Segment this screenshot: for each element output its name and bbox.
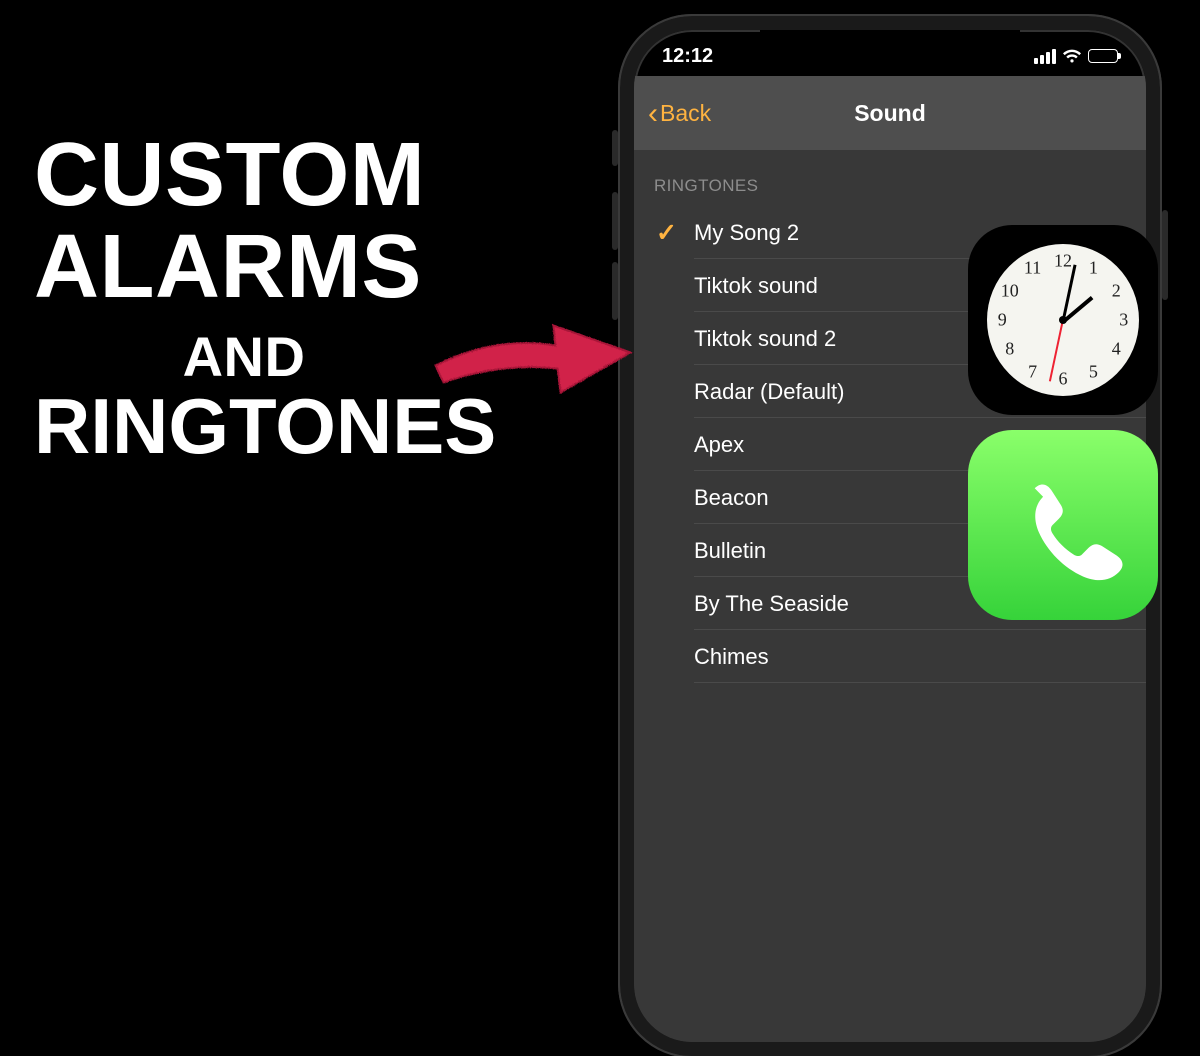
checkmark-icon: ✓ bbox=[656, 218, 677, 248]
phone-volume-up bbox=[612, 192, 618, 250]
promo-line-1: CUSTOM bbox=[34, 130, 496, 222]
phone-notch bbox=[760, 30, 1020, 62]
phone-handset-icon bbox=[1003, 465, 1123, 585]
ringtone-label: Beacon bbox=[694, 485, 769, 511]
ringtone-label: Tiktok sound bbox=[694, 273, 818, 299]
page-title: Sound bbox=[634, 100, 1146, 127]
ringtone-label: Bulletin bbox=[694, 538, 766, 564]
nav-bar: ‹ Back Sound bbox=[634, 76, 1146, 150]
phone-app-icon bbox=[968, 430, 1158, 620]
clock-app-icon: 12 1 2 3 4 5 6 7 8 9 10 11 bbox=[968, 225, 1158, 415]
ringtone-label: Tiktok sound 2 bbox=[694, 326, 836, 352]
ringtone-label: My Song 2 bbox=[694, 220, 799, 246]
phone-silence-switch bbox=[612, 130, 618, 166]
ringtone-row[interactable]: Chimes bbox=[634, 630, 1146, 683]
status-time: 12:12 bbox=[662, 45, 713, 68]
promo-line-and: AND bbox=[34, 328, 454, 385]
ringtone-label: Chimes bbox=[694, 644, 769, 670]
ringtone-label: Radar (Default) bbox=[694, 379, 844, 405]
phone-power-button bbox=[1162, 210, 1168, 300]
cell-signal-icon bbox=[1034, 49, 1056, 64]
wifi-icon bbox=[1062, 49, 1082, 64]
battery-icon bbox=[1088, 49, 1118, 63]
ringtones-section-header: RINGTONES bbox=[634, 150, 1146, 206]
arrow-icon bbox=[425, 290, 645, 410]
ringtone-label: By The Seaside bbox=[694, 591, 849, 617]
ringtone-label: Apex bbox=[694, 432, 744, 458]
clock-face: 12 1 2 3 4 5 6 7 8 9 10 11 bbox=[987, 244, 1139, 396]
